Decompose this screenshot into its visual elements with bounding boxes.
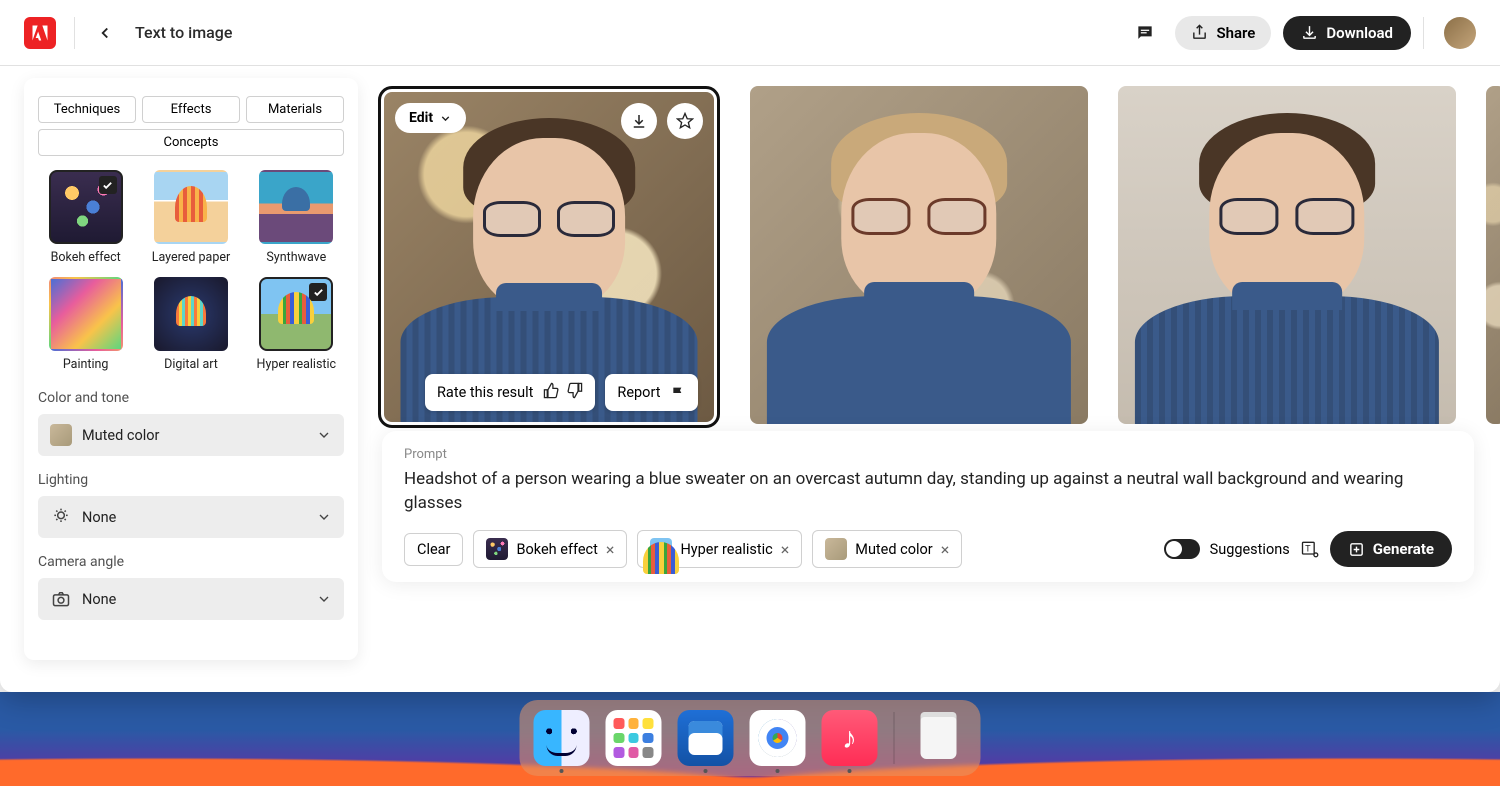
- chevron-down-icon: [316, 591, 332, 607]
- tab-materials[interactable]: Materials: [246, 96, 344, 123]
- chip-thumb-icon: [486, 538, 508, 560]
- style-synthwave[interactable]: Synthwave: [249, 170, 344, 265]
- style-painting[interactable]: Painting: [38, 277, 133, 372]
- check-icon: [99, 176, 117, 194]
- suggestions-toggle[interactable]: [1164, 539, 1200, 559]
- suggestions-label: Suggestions: [1210, 541, 1290, 558]
- result-image-3[interactable]: [1118, 86, 1456, 424]
- app-header: Text to image Share Download: [0, 0, 1500, 66]
- prompt-bar: Prompt Headshot of a person wearing a bl…: [382, 431, 1474, 582]
- check-icon: [309, 283, 327, 301]
- text-style-icon[interactable]: T: [1300, 539, 1320, 559]
- dock-trash[interactable]: [911, 710, 967, 766]
- camera-icon: [50, 588, 72, 610]
- download-label: Download: [1326, 24, 1393, 42]
- lightbulb-icon: [50, 506, 72, 528]
- chip-thumb-icon: [650, 538, 672, 560]
- tab-concepts[interactable]: Concepts: [38, 129, 344, 156]
- divider: [74, 17, 75, 49]
- style-hyper-realistic[interactable]: Hyper realistic: [249, 277, 344, 372]
- app-window: Text to image Share Download Techniques …: [0, 0, 1500, 692]
- edit-button[interactable]: Edit: [395, 103, 466, 133]
- chip-remove-button[interactable]: ×: [781, 540, 790, 559]
- download-result-button[interactable]: [621, 103, 657, 139]
- dock-finder[interactable]: [534, 710, 590, 766]
- style-sidebar: Techniques Effects Materials Concepts Bo…: [0, 66, 358, 692]
- lighting-label: Lighting: [24, 472, 358, 488]
- tab-effects[interactable]: Effects: [142, 96, 240, 123]
- chevron-down-icon: [439, 112, 452, 125]
- color-tone-dropdown[interactable]: Muted color: [38, 414, 344, 456]
- chevron-down-icon: [316, 427, 332, 443]
- divider: [1423, 17, 1424, 49]
- thumbs-up-button[interactable]: [543, 382, 560, 403]
- generate-icon: [1348, 541, 1365, 558]
- color-tone-label: Color and tone: [24, 390, 358, 406]
- prompt-label: Prompt: [404, 447, 1452, 462]
- dock-launchpad[interactable]: [606, 710, 662, 766]
- chip-remove-button[interactable]: ×: [606, 540, 615, 559]
- result-image-1[interactable]: Edit Rate this result: [378, 86, 720, 428]
- thumbs-down-button[interactable]: [566, 382, 583, 403]
- page-title: Text to image: [135, 23, 232, 42]
- generate-button[interactable]: Generate: [1330, 531, 1452, 567]
- style-bokeh[interactable]: Bokeh effect: [38, 170, 133, 265]
- comments-icon[interactable]: [1127, 15, 1163, 51]
- clear-button[interactable]: Clear: [404, 533, 463, 566]
- style-digital-art[interactable]: Digital art: [143, 277, 238, 372]
- back-button[interactable]: [93, 21, 117, 45]
- chevron-down-icon: [316, 509, 332, 525]
- dock-chrome[interactable]: [750, 710, 806, 766]
- dock-music[interactable]: ♪: [822, 710, 878, 766]
- svg-text:T: T: [1305, 545, 1311, 555]
- adobe-logo[interactable]: [24, 17, 56, 49]
- report-pill[interactable]: Report: [605, 374, 698, 411]
- results-area: Edit Rate this result: [358, 66, 1500, 692]
- user-avatar[interactable]: [1444, 17, 1476, 49]
- macos-dock: ♪: [520, 700, 981, 776]
- result-image-4-peek[interactable]: [1486, 86, 1500, 424]
- muted-swatch-icon: [50, 424, 72, 446]
- style-layered-paper[interactable]: Layered paper: [143, 170, 238, 265]
- tab-techniques[interactable]: Techniques: [38, 96, 136, 123]
- prompt-input[interactable]: Headshot of a person wearing a blue swea…: [404, 468, 1452, 516]
- camera-angle-label: Camera angle: [24, 554, 358, 570]
- chip-hyper-realistic[interactable]: Hyper realistic ×: [637, 530, 802, 568]
- chip-thumb-icon: [825, 538, 847, 560]
- share-button[interactable]: Share: [1175, 16, 1271, 50]
- share-label: Share: [1216, 24, 1255, 42]
- chip-bokeh-effect[interactable]: Bokeh effect ×: [473, 530, 627, 568]
- camera-angle-dropdown[interactable]: None: [38, 578, 344, 620]
- chip-muted-color[interactable]: Muted color ×: [812, 530, 962, 568]
- lighting-dropdown[interactable]: None: [38, 496, 344, 538]
- chip-remove-button[interactable]: ×: [941, 540, 950, 559]
- download-button[interactable]: Download: [1283, 16, 1411, 50]
- dock-things[interactable]: [678, 710, 734, 766]
- rate-result-pill: Rate this result: [425, 374, 595, 411]
- flag-icon: [670, 385, 686, 401]
- result-image-2[interactable]: [750, 86, 1088, 424]
- favorite-button[interactable]: [667, 103, 703, 139]
- dock-divider: [894, 712, 895, 764]
